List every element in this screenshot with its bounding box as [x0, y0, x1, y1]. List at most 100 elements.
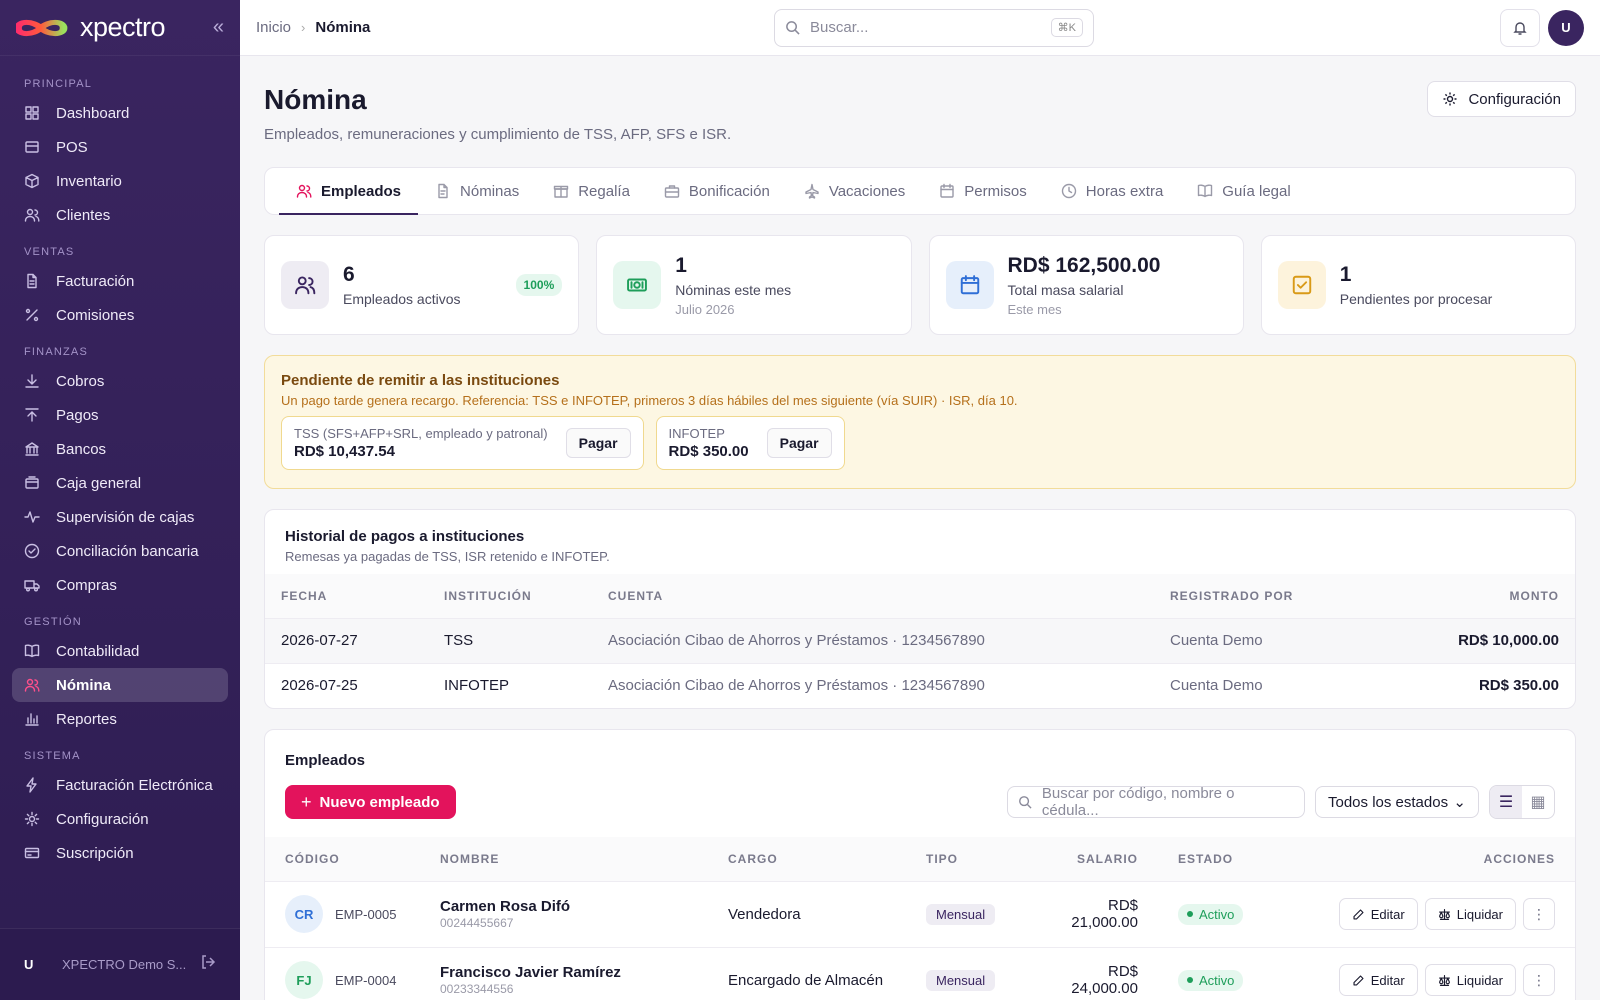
- employee-column-header[interactable]: SALARIO: [1026, 837, 1158, 881]
- more-options-icon[interactable]: ⋮: [1523, 964, 1555, 997]
- global-search-input[interactable]: Buscar... ⌘K: [774, 8, 1094, 47]
- brand-name: xpectro: [80, 12, 166, 42]
- notifications-button[interactable]: [1500, 8, 1540, 47]
- sidebar-item-cobros[interactable]: Cobros: [12, 364, 228, 398]
- employee-initials: FJ: [285, 961, 323, 1000]
- sidebar-item-suscripcion[interactable]: Suscripción: [12, 836, 228, 870]
- employee-code: EMP-0004: [335, 972, 397, 988]
- tab-label: Vacaciones: [828, 182, 906, 200]
- table-row[interactable]: FJ EMP-0004 Francisco Javier Ramírez 002…: [265, 946, 1575, 1000]
- tab-horas-extra[interactable]: Horas extra: [1044, 168, 1181, 214]
- pending-remittance-alert: Pendiente de remitir a las instituciones…: [264, 355, 1576, 489]
- user-avatar[interactable]: U: [24, 957, 52, 972]
- pay-button[interactable]: Pagar: [565, 428, 631, 458]
- settle-button[interactable]: Liquidar: [1424, 898, 1516, 930]
- employee-column-header[interactable]: ESTADO: [1158, 837, 1298, 881]
- employee-name[interactable]: Francisco Javier Ramírez: [440, 964, 688, 981]
- sidebar-item-facturacion-electronica[interactable]: Facturación Electrónica: [12, 768, 228, 802]
- employee-column-header[interactable]: CÓDIGO: [265, 837, 420, 881]
- employee-name[interactable]: Carmen Rosa Difó: [440, 898, 688, 915]
- collapse-sidebar-icon[interactable]: «: [213, 16, 224, 39]
- tab-vacaciones[interactable]: Vacaciones: [787, 168, 922, 214]
- employee-column-header[interactable]: ACCIONES: [1298, 837, 1575, 881]
- checkbox-icon: [1292, 275, 1311, 295]
- company-name: XPECTRO Demo S...: [62, 957, 187, 972]
- sidebar-item-reportes[interactable]: Reportes: [12, 702, 228, 736]
- stat-value: 6: [343, 263, 355, 286]
- configuration-button[interactable]: Configuración: [1427, 81, 1576, 117]
- nav-section-title: SISTEMA: [24, 750, 81, 762]
- pencil-icon: [1353, 908, 1364, 920]
- sidebar-item-clientes[interactable]: Clientes: [12, 198, 228, 232]
- employee-search-input[interactable]: Buscar por código, nombre o cédula...: [1007, 785, 1305, 819]
- tab-regalia[interactable]: Regalía: [536, 168, 647, 214]
- more-options-icon[interactable]: ⋮: [1523, 898, 1555, 930]
- table-row[interactable]: 2026-07-27 TSS Asociación Cibao de Ahorr…: [265, 617, 1575, 663]
- nav-section-title: FINANZAS: [24, 346, 88, 358]
- sidebar-item-compras[interactable]: Compras: [12, 568, 228, 602]
- sidebar-item-comisiones[interactable]: Comisiones: [12, 298, 228, 332]
- logout-icon[interactable]: [200, 954, 216, 975]
- list-view-icon[interactable]: ☰: [1490, 786, 1522, 818]
- table-row[interactable]: CR EMP-0005 Carmen Rosa Difó 00244455667…: [265, 880, 1575, 947]
- sidebar-item-bancos[interactable]: Bancos: [12, 432, 228, 466]
- sidebar-item-facturacion[interactable]: Facturación: [12, 264, 228, 298]
- stat-card: RD$ 162,500.00 Total masa salarial Este m…: [928, 235, 1244, 335]
- sidebar-item-nomina[interactable]: Nómina: [12, 668, 228, 702]
- sidebar-item-label: Supervisión de cajas: [56, 508, 195, 526]
- sidebar-item-contabilidad[interactable]: Contabilidad: [12, 634, 228, 668]
- employee-column-header[interactable]: NOMBRE: [420, 837, 708, 881]
- edit-button[interactable]: Editar: [1338, 898, 1418, 930]
- tab-label: Permisos: [964, 182, 1027, 200]
- employee-column-header[interactable]: TIPO: [906, 837, 1026, 881]
- status-filter-select[interactable]: Todos los estados ⌄: [1315, 786, 1479, 818]
- pay-button[interactable]: Pagar: [766, 428, 832, 458]
- xpectro-logo-icon[interactable]: xpectro: [16, 12, 166, 43]
- tab-guia-legal[interactable]: Guía legal: [1180, 168, 1307, 214]
- new-employee-button[interactable]: + Nuevo empleado: [285, 785, 456, 819]
- history-column-header[interactable]: FECHA: [265, 574, 428, 618]
- history-column-header[interactable]: MONTO: [1380, 574, 1575, 618]
- stats-row: 6 Empleados activos 100% 1 Nóminas este m…: [264, 235, 1576, 335]
- employee-initials: CR: [285, 895, 323, 933]
- history-title: Historial de pagos a instituciones: [285, 528, 525, 545]
- sidebar-item-inventario[interactable]: Inventario: [12, 164, 228, 198]
- sidebar-item-dashboard[interactable]: Dashboard: [12, 96, 228, 130]
- search-placeholder: Buscar...: [810, 19, 869, 36]
- chevron-down-icon: ⌄: [1453, 794, 1466, 811]
- tab-bonificacion[interactable]: Bonificación: [647, 168, 787, 214]
- sidebar-item-caja-general[interactable]: Caja general: [12, 466, 228, 500]
- employee-column-header[interactable]: CARGO: [708, 837, 906, 881]
- stat-value: 1: [1339, 263, 1352, 286]
- table-row[interactable]: 2026-07-25 INFOTEP Asociación Cibao de A…: [265, 662, 1575, 708]
- sidebar-item-pagos[interactable]: Pagos: [12, 398, 228, 432]
- status-badge: Activo: [1178, 969, 1244, 991]
- sidebar-item-conciliacion-bancaria[interactable]: Conciliación bancaria: [12, 534, 228, 568]
- clock-icon: [1061, 183, 1076, 199]
- sidebar-item-configuracion[interactable]: Configuración: [12, 802, 228, 836]
- remittance-amount: RD$ 10,437.54: [294, 443, 395, 460]
- edit-button[interactable]: Editar: [1338, 964, 1418, 997]
- tab-permisos[interactable]: Permisos: [922, 168, 1044, 214]
- alert-title: Pendiente de remitir a las instituciones: [281, 372, 560, 389]
- breadcrumb: Inicio › Nómina: [256, 19, 370, 36]
- stat-icon-wrap: [613, 261, 662, 309]
- scale-icon: [1438, 974, 1450, 986]
- tab-empleados[interactable]: Empleados: [279, 168, 419, 215]
- lightning-icon: [26, 777, 37, 793]
- tab-nominas[interactable]: Nóminas: [418, 168, 536, 214]
- grid-view-icon[interactable]: ▦: [1522, 786, 1554, 818]
- employee-id-number: 00244455667: [440, 916, 514, 930]
- bell-icon: [1513, 21, 1527, 35]
- sidebar-item-pos[interactable]: POS: [12, 130, 228, 164]
- sidebar-item-label: POS: [56, 138, 88, 156]
- history-column-header[interactable]: INSTITUCIÓN: [428, 574, 592, 618]
- stat-value: 1: [675, 253, 687, 277]
- breadcrumb-home[interactable]: Inicio: [256, 19, 291, 36]
- sidebar-item-supervision-de-cajas[interactable]: Supervisión de cajas: [12, 500, 228, 534]
- history-column-header[interactable]: CUENTA: [592, 574, 1154, 618]
- user-avatar-button[interactable]: U: [1548, 9, 1584, 46]
- doc-icon: [438, 183, 448, 199]
- settle-button[interactable]: Liquidar: [1424, 964, 1516, 997]
- history-column-header[interactable]: REGISTRADO POR: [1154, 574, 1381, 618]
